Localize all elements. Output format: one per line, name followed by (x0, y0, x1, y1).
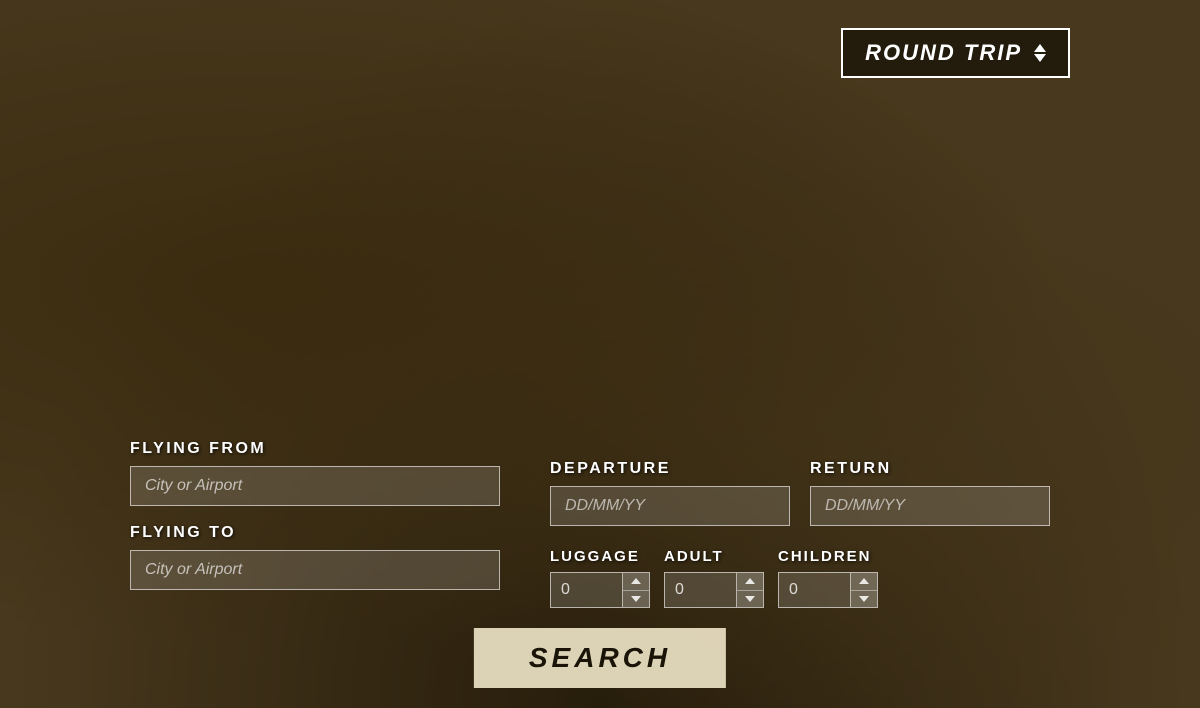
dates-row: DEPARTURE RETURN (550, 460, 1050, 526)
flying-from-label: FLYING FROM (130, 440, 500, 458)
arrow-up-icon (1034, 44, 1046, 52)
luggage-decrement[interactable] (623, 590, 649, 608)
arrow-down-icon (1034, 54, 1046, 62)
children-group: CHILDREN (778, 548, 878, 608)
departure-field: DEPARTURE (550, 460, 790, 526)
departure-label: DEPARTURE (550, 460, 790, 478)
round-trip-selector[interactable]: ROUND TRIP (841, 28, 1070, 78)
luggage-arrows (622, 572, 650, 608)
flying-from-group: FLYING FROM (130, 440, 500, 506)
search-button[interactable]: SEARCH (474, 628, 726, 688)
luggage-counter (550, 572, 650, 608)
trip-type-arrows (1034, 44, 1046, 62)
left-column: FLYING FROM FLYING TO (130, 440, 500, 608)
arrow-down-icon (859, 596, 869, 602)
adult-decrement[interactable] (737, 590, 763, 608)
flying-to-group: FLYING TO (130, 524, 500, 590)
flying-to-label: FLYING TO (130, 524, 500, 542)
children-increment[interactable] (851, 573, 877, 590)
adult-group: ADULT (664, 548, 764, 608)
return-input[interactable] (810, 486, 1050, 526)
children-arrows (850, 572, 878, 608)
departure-input[interactable] (550, 486, 790, 526)
arrow-down-icon (745, 596, 755, 602)
counters-row: LUGGAGE (550, 548, 1050, 608)
arrow-up-icon (859, 578, 869, 584)
luggage-increment[interactable] (623, 573, 649, 590)
adult-input[interactable] (664, 572, 736, 608)
children-label: CHILDREN (778, 548, 872, 565)
search-button-wrap: SEARCH (474, 628, 726, 688)
luggage-input[interactable] (550, 572, 622, 608)
children-counter (778, 572, 878, 608)
adult-counter (664, 572, 764, 608)
adult-label: ADULT (664, 548, 724, 565)
arrow-up-icon (745, 578, 755, 584)
return-label: RETURN (810, 460, 1050, 478)
flying-to-input[interactable] (130, 550, 500, 590)
arrow-down-icon (631, 596, 641, 602)
flying-from-input[interactable] (130, 466, 500, 506)
arrow-up-icon (631, 578, 641, 584)
adult-arrows (736, 572, 764, 608)
children-decrement[interactable] (851, 590, 877, 608)
return-field: RETURN (810, 460, 1050, 526)
round-trip-label: ROUND TRIP (865, 40, 1022, 66)
luggage-label: LUGGAGE (550, 548, 640, 565)
children-input[interactable] (778, 572, 850, 608)
right-column: DEPARTURE RETURN LUGGAGE (550, 460, 1050, 608)
page-content: ROUND TRIP FLYING FROM FLYING TO (0, 0, 1200, 708)
luggage-group: LUGGAGE (550, 548, 650, 608)
adult-increment[interactable] (737, 573, 763, 590)
